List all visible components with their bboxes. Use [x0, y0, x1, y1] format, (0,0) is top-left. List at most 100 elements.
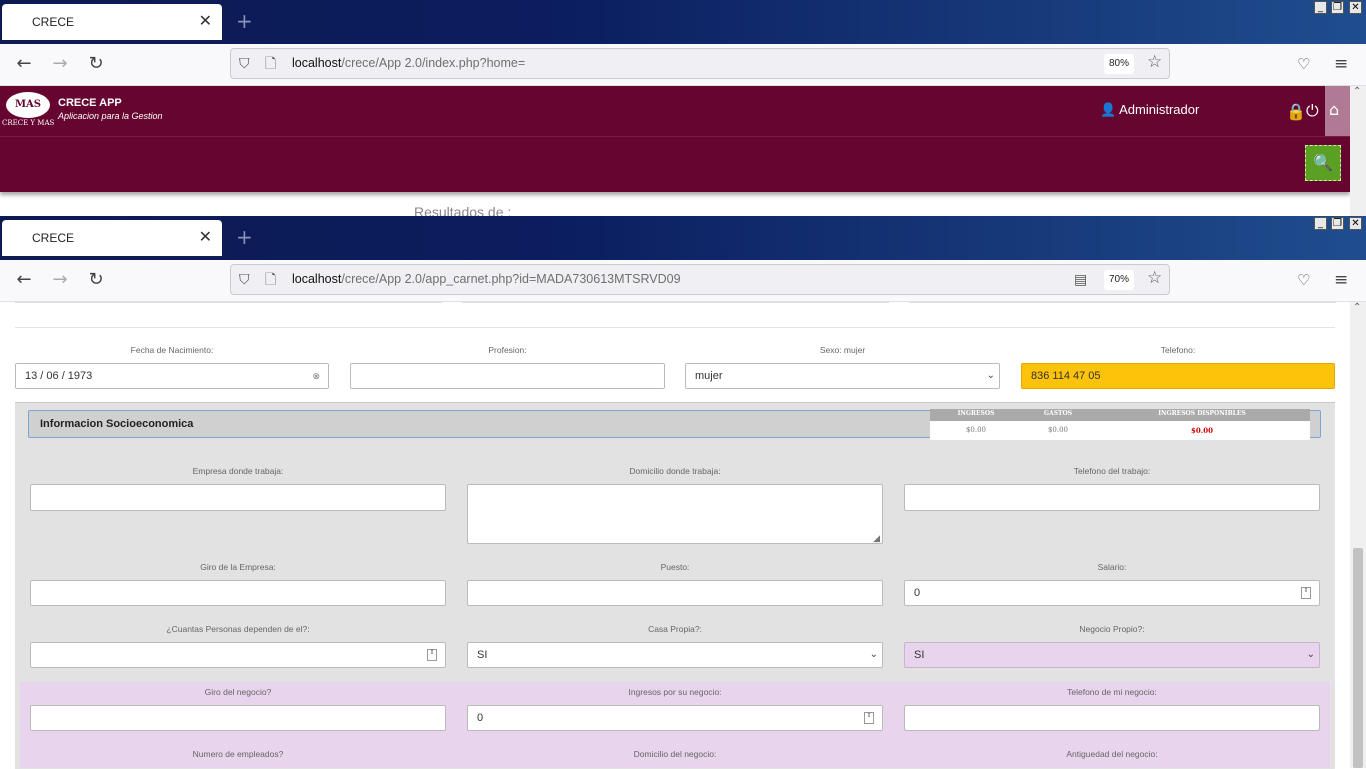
- financial-summary: INGRESOS GASTOS INGRESOS DISPONIBLES $0.…: [930, 409, 1310, 440]
- resize-handle-icon[interactable]: ◢: [873, 533, 880, 543]
- casa-propia-label: Casa Propia?:: [648, 624, 702, 634]
- giro-negocio-input[interactable]: [30, 705, 446, 731]
- app-logo: MAS: [6, 92, 50, 118]
- gastos-value: $0.00: [1047, 426, 1069, 434]
- home-icon: ⌂: [1329, 100, 1340, 119]
- logo-subtitle: CRECE Y MAS: [2, 119, 55, 127]
- url-text[interactable]: localhost/crece/App 2.0/index.php?home=: [292, 56, 525, 70]
- telefono-input[interactable]: 836 114 47 05: [1021, 363, 1335, 389]
- casa-propia-select[interactable]: SI ⌄: [467, 642, 883, 668]
- minimize-icon[interactable]: _: [1314, 1, 1327, 14]
- close-tab-icon[interactable]: ✕: [199, 228, 212, 246]
- star-icon[interactable]: ☆: [1147, 269, 1162, 287]
- salario-label: Salario:: [1097, 562, 1127, 572]
- results-heading: Resultados de :: [414, 204, 512, 216]
- shield-icon[interactable]: ⛉: [239, 271, 250, 289]
- url-bar[interactable]: ⛉ 🗋 localhost/crece/App 2.0/index.php?ho…: [230, 48, 1170, 79]
- back-icon[interactable]: ←: [12, 268, 36, 292]
- reload-icon[interactable]: ↻: [84, 268, 108, 292]
- reload-icon[interactable]: ↻: [84, 52, 108, 76]
- user-icon: 👤: [1100, 102, 1117, 117]
- scrollbar[interactable]: ⌃: [1350, 86, 1366, 216]
- title-bar: CRECE ✕ + _ ❐ ✕: [0, 216, 1366, 260]
- dependientes-input[interactable]: ⇕: [30, 642, 446, 668]
- previous-field-edge: [462, 302, 889, 303]
- page-icon[interactable]: 🗋: [265, 271, 276, 289]
- shield-icon[interactable]: ⛉: [239, 55, 250, 73]
- tab-title: CRECE: [32, 15, 75, 29]
- star-icon[interactable]: ☆: [1147, 53, 1162, 71]
- forward-icon[interactable]: →: [48, 268, 72, 292]
- telefono-trabajo-label: Telefono del trabajo:: [1073, 466, 1151, 476]
- ingresos-negocio-input[interactable]: 0 ⇕: [467, 705, 883, 731]
- previous-field-edge: [15, 302, 442, 303]
- giro-negocio-label: Giro del negocio?: [204, 687, 272, 697]
- stepper-icon[interactable]: ⇕: [427, 649, 437, 661]
- url-bar[interactable]: ⛉ 🗋 localhost/crece/App 2.0/app_carnet.p…: [230, 264, 1170, 295]
- profesion-input[interactable]: [350, 363, 665, 389]
- negocio-propio-select[interactable]: SI ⌄: [904, 642, 1320, 668]
- previous-field-edge: [909, 302, 1336, 303]
- new-tab-icon[interactable]: +: [236, 10, 253, 32]
- antiguedad-label: Antiguedad del negocio:: [1066, 749, 1158, 759]
- telefono-trabajo-input[interactable]: [904, 484, 1320, 511]
- user-menu[interactable]: 👤 Administrador: [1100, 102, 1199, 118]
- new-tab-icon[interactable]: +: [236, 226, 253, 248]
- fecha-input[interactable]: 13 / 06 / 1973 ⊗: [15, 363, 329, 389]
- pocket-icon[interactable]: ♡: [1297, 270, 1310, 290]
- lock-icon[interactable]: 🔒: [1286, 102, 1306, 121]
- home-button[interactable]: ⌂: [1325, 86, 1350, 136]
- url-text[interactable]: localhost/crece/App 2.0/app_carnet.php?i…: [292, 272, 681, 286]
- app-toolbar: [0, 136, 1350, 192]
- domicilio-trabajo-textarea[interactable]: ◢: [467, 484, 883, 544]
- disponibles-header: INGRESOS DISPONIBLES: [1158, 410, 1246, 417]
- puesto-input[interactable]: [467, 580, 883, 606]
- search-button[interactable]: 🔍: [1305, 145, 1341, 181]
- giro-empresa-input[interactable]: [30, 580, 446, 606]
- telefono-negocio-input[interactable]: [904, 705, 1320, 731]
- socioeconomic-title: Informacion Socioeconomica: [40, 418, 194, 430]
- browser-tab[interactable]: CRECE ✕: [2, 220, 222, 256]
- sexo-label: Sexo: mujer: [819, 345, 866, 355]
- app-tagline: Aplicacion para la Gestion: [58, 111, 163, 121]
- telefono-negocio-label: Telefono de mi negocio:: [1067, 687, 1157, 697]
- stepper-icon[interactable]: ⇕: [864, 712, 874, 724]
- reader-view-icon[interactable]: ▤: [1074, 271, 1087, 289]
- nav-bar: ← → ↻ ⛉ 🗋 localhost/crece/App 2.0/app_ca…: [0, 260, 1366, 302]
- puesto-label: Puesto:: [660, 562, 690, 572]
- salario-input[interactable]: 0 ⇕: [904, 580, 1320, 606]
- restore-icon[interactable]: ❐: [1331, 217, 1344, 230]
- empresa-label: Empresa donde trabaja:: [192, 466, 284, 476]
- restore-icon[interactable]: ❐: [1331, 1, 1344, 14]
- stepper-icon[interactable]: ⇕: [1301, 587, 1311, 599]
- domicilio-trabajo-label: Domicilio donde trabaja:: [629, 466, 721, 476]
- back-icon[interactable]: ←: [12, 52, 36, 76]
- scroll-up-icon[interactable]: ⌃: [1353, 302, 1361, 313]
- negocio-propio-label: Negocio Propio?:: [1079, 624, 1145, 634]
- telefono-label: Telefono:: [1160, 345, 1196, 355]
- empleados-label: Numero de empleados?: [192, 749, 284, 759]
- browser-tab[interactable]: CRECE ✕: [2, 4, 222, 40]
- power-icon[interactable]: ⏻: [1306, 101, 1319, 121]
- pocket-icon[interactable]: ♡: [1297, 54, 1310, 74]
- window-close-icon[interactable]: ✕: [1349, 217, 1362, 230]
- zoom-level[interactable]: 80%: [1104, 54, 1134, 74]
- empresa-input[interactable]: [30, 484, 446, 511]
- minimize-icon[interactable]: _: [1314, 217, 1327, 230]
- forward-icon[interactable]: →: [48, 52, 72, 76]
- ingresos-negocio-label: Ingresos por su negocio:: [628, 687, 722, 697]
- window-close-icon[interactable]: ✕: [1349, 1, 1362, 14]
- menu-icon[interactable]: ≡: [1334, 270, 1348, 290]
- menu-icon[interactable]: ≡: [1334, 54, 1348, 74]
- fecha-label: Fecha de Nacimiento:: [130, 345, 214, 355]
- page-icon[interactable]: 🗋: [265, 55, 276, 73]
- dependientes-label: ¿Cuantas Personas dependen de el?:: [166, 624, 310, 634]
- scroll-up-icon[interactable]: ⌃: [1353, 86, 1361, 97]
- disponibles-value: $0.00: [1191, 426, 1213, 435]
- close-tab-icon[interactable]: ✕: [199, 12, 212, 30]
- sexo-select[interactable]: mujer ⌄: [685, 363, 1000, 389]
- zoom-level[interactable]: 70%: [1104, 270, 1134, 290]
- scrollbar-thumb[interactable]: [1353, 548, 1363, 768]
- browser-window-home: CRECE ✕ + _ ❐ ✕ ← → ↻ ⛉ 🗋 localhost/crec…: [0, 0, 1366, 216]
- clear-date-icon[interactable]: ⊗: [312, 364, 320, 388]
